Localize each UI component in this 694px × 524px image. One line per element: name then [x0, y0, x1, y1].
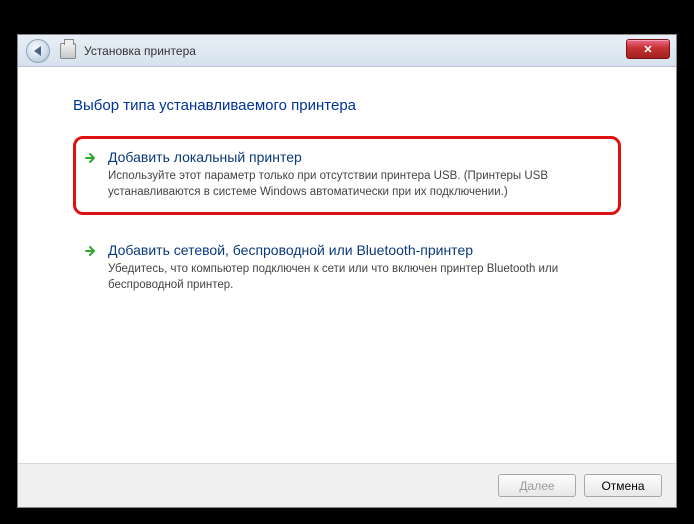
back-arrow-icon: [34, 46, 41, 56]
option-network-printer[interactable]: Добавить сетевой, беспроводной или Bluet…: [73, 229, 621, 308]
back-button[interactable]: [26, 39, 50, 63]
arrow-right-icon: [84, 244, 98, 258]
close-icon: ✕: [643, 43, 652, 56]
option-description: Убедитесь, что компьютер подключен к сет…: [108, 262, 606, 293]
wizard-window: Установка принтера ✕ Выбор типа устанавл…: [17, 34, 677, 508]
close-button[interactable]: ✕: [626, 39, 670, 59]
next-button: Далее: [498, 474, 576, 497]
cancel-button[interactable]: Отмена: [584, 474, 662, 497]
footer: Далее Отмена: [18, 463, 676, 507]
page-heading: Выбор типа устанавливаемого принтера: [73, 97, 621, 114]
printer-icon: [60, 43, 76, 59]
option-title: Добавить локальный принтер: [108, 149, 606, 165]
content-area: Выбор типа устанавливаемого принтера Доб…: [18, 67, 676, 308]
option-description: Используйте этот параметр только при отс…: [108, 169, 606, 200]
window-title: Установка принтера: [84, 44, 196, 58]
option-local-printer[interactable]: Добавить локальный принтер Используйте э…: [73, 136, 621, 215]
option-title: Добавить сетевой, беспроводной или Bluet…: [108, 242, 606, 258]
arrow-right-icon: [84, 151, 98, 165]
titlebar: Установка принтера ✕: [18, 35, 676, 67]
